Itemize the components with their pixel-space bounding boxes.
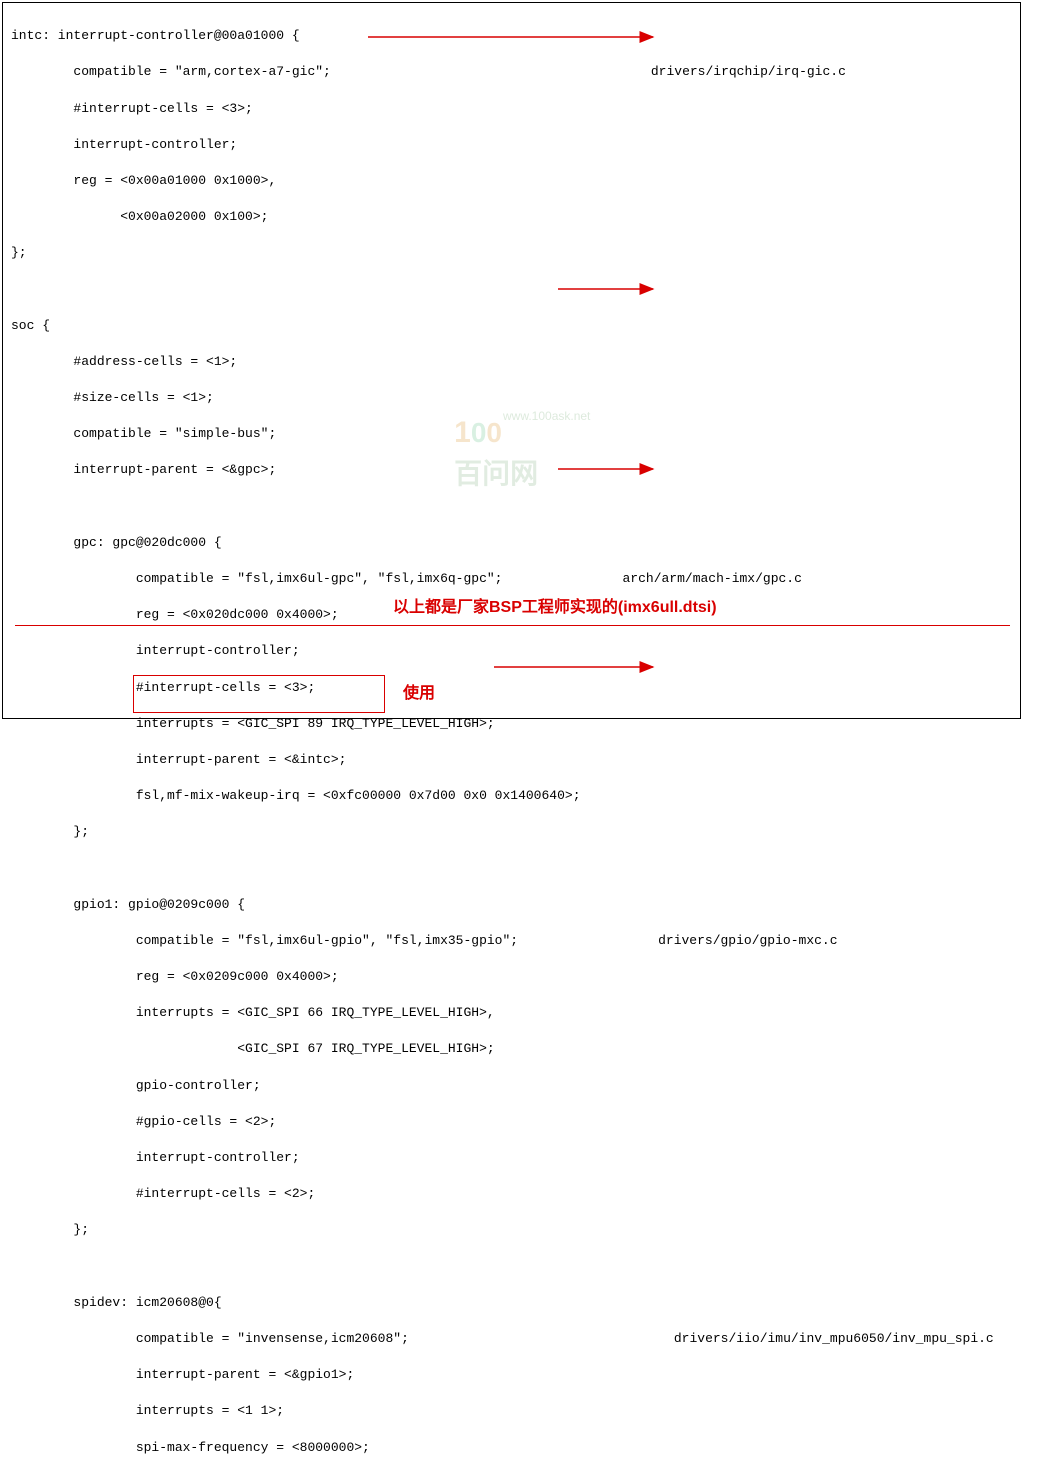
code-line: compatible = "fsl,imx6ul-gpio", "fsl,imx… — [11, 932, 1012, 950]
code-line: #interrupt-cells = <2>; — [11, 1185, 1012, 1203]
code-line: interrupt-controller; — [11, 136, 1012, 154]
path-text: drivers/iio/imu/inv_mpu6050/inv_mpu_spi.… — [674, 1331, 994, 1346]
code-line: interrupt-parent = <&gpc>; — [11, 461, 1012, 479]
code-line: #gpio-cells = <2>; — [11, 1113, 1012, 1131]
code-line: #address-cells = <1>; — [11, 353, 1012, 371]
code-line: gpio-controller; — [11, 1077, 1012, 1095]
code-line: compatible = "simple-bus"; — [11, 425, 1012, 443]
code-line: <0x00a02000 0x100>; — [11, 208, 1012, 226]
use-note-label: 使用 — [403, 683, 435, 705]
code-line: compatible = "fsl,imx6ul-gpc", "fsl,imx6… — [11, 570, 1012, 588]
code-line: spidev: icm20608@0{ — [11, 1294, 1012, 1312]
code-line: #interrupt-cells = <3>; — [11, 679, 1012, 697]
code-container: intc: interrupt-controller@00a01000 { co… — [2, 2, 1021, 719]
code-line: reg = <0x0209c000 0x4000>; — [11, 968, 1012, 986]
code-line: #interrupt-cells = <3>; — [11, 100, 1012, 118]
code-line: interrupts = <1 1>; — [11, 1402, 1012, 1420]
code-line: soc { — [11, 317, 1012, 335]
code-line: interrupt-controller; — [11, 1149, 1012, 1167]
divider-line — [15, 625, 1010, 626]
code-line: compatible = "arm,cortex-a7-gic";drivers… — [11, 63, 1012, 81]
code-line: }; — [11, 823, 1012, 841]
code-line: compatible = "invensense,icm20608";drive… — [11, 1330, 1012, 1348]
code-line: interrupt-parent = <&intc>; — [11, 751, 1012, 769]
code-line: }; — [11, 1221, 1012, 1239]
code-line: <GIC_SPI 67 IRQ_TYPE_LEVEL_HIGH>; — [11, 1040, 1012, 1058]
code-line — [11, 281, 1012, 299]
code-line: reg = <0x00a01000 0x1000>, — [11, 172, 1012, 190]
code-line: gpc: gpc@020dc000 { — [11, 534, 1012, 552]
code-line — [11, 1258, 1012, 1276]
code-line: fsl,mf-mix-wakeup-irq = <0xfc00000 0x7d0… — [11, 787, 1012, 805]
watermark-url: www.100ask.net — [503, 408, 590, 425]
code-line: intc: interrupt-controller@00a01000 { — [11, 27, 1012, 45]
code-line — [11, 498, 1012, 516]
path-text: drivers/irqchip/irq-gic.c — [651, 64, 846, 79]
code-line: interrupts = <GIC_SPI 66 IRQ_TYPE_LEVEL_… — [11, 1004, 1012, 1022]
code-line: spi-max-frequency = <8000000>; — [11, 1439, 1012, 1457]
code-line: }; — [11, 244, 1012, 262]
path-text: arch/arm/mach-imx/gpc.c — [622, 571, 801, 586]
code-line: #size-cells = <1>; — [11, 389, 1012, 407]
path-text: drivers/gpio/gpio-mxc.c — [658, 933, 837, 948]
bsp-note-label: 以上都是厂家BSP工程师实现的(imx6ull.dtsi) — [393, 597, 717, 619]
code-line: gpio1: gpio@0209c000 { — [11, 896, 1012, 914]
code-line: interrupt-controller; — [11, 642, 1012, 660]
code-line: interrupt-parent = <&gpio1>; — [11, 1366, 1012, 1384]
code-line — [11, 860, 1012, 878]
code-line: interrupts = <GIC_SPI 89 IRQ_TYPE_LEVEL_… — [11, 715, 1012, 733]
